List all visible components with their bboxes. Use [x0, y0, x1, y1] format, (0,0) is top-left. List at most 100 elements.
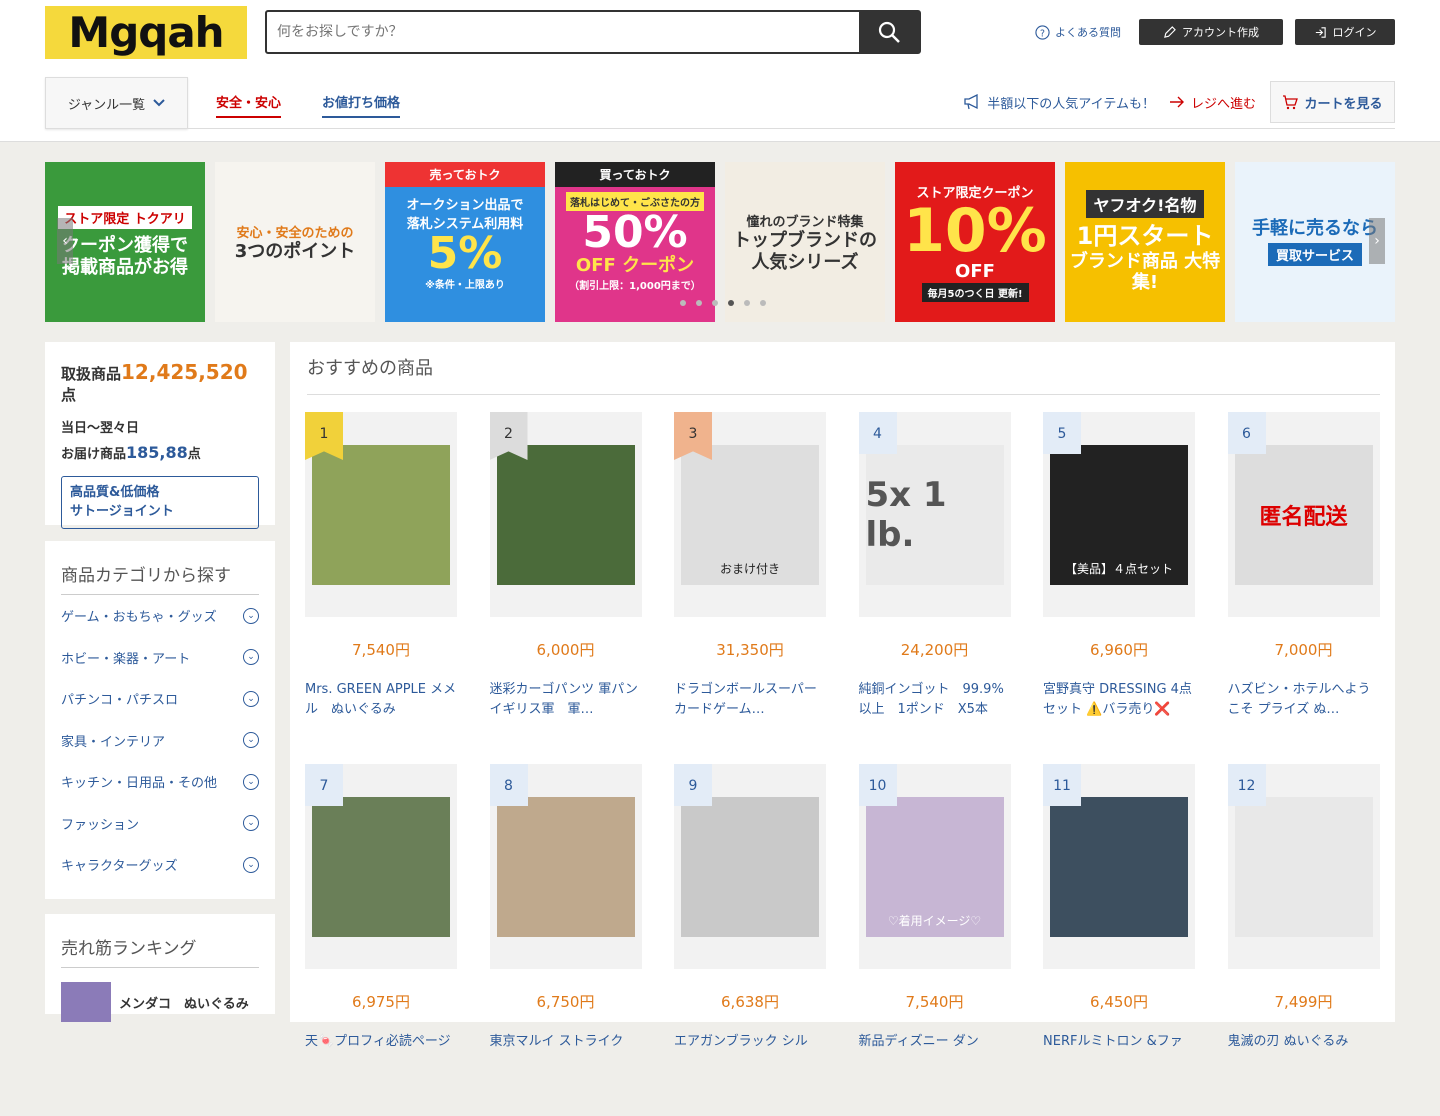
product-name-link[interactable]: Mrs. GREEN APPLE メメル ぬいぐるみ	[305, 680, 457, 722]
banner-sell[interactable]: 売っておトク オークション出品で 落札システム利用料 5% ※条件・上限あり	[385, 162, 545, 322]
carousel-dot[interactable]	[712, 300, 718, 306]
sato-joint-line1: 高品質&低価格	[70, 484, 160, 500]
product-image-frame[interactable]: 1	[305, 412, 457, 617]
product-name-link[interactable]: 迷彩カーゴパンツ 軍パン イギリス軍 軍…	[490, 680, 642, 722]
login-label: ログイン	[1332, 26, 1377, 39]
product-card[interactable]: 12 7,499円 鬼滅の刃 ぬいぐるみ	[1227, 764, 1380, 1116]
banner-coupon[interactable]: ストア限定クーポン 10% OFF 毎月5のつく日 更新!	[895, 162, 1055, 322]
product-card[interactable]: 11 6,450円 NERFルミトロン &ファ	[1043, 764, 1195, 1116]
product-image-frame[interactable]: 11	[1043, 764, 1195, 969]
category-card: 商品カテゴリから探す ゲーム・おもちゃ・グッズ ⌄ ホビー・楽器・アート ⌄ パチンコ・…	[45, 541, 275, 899]
product-image-caption: おまけ付き	[719, 561, 780, 576]
banner-line2: OFF クーポン	[575, 255, 695, 277]
banner-big: 10%	[903, 196, 1047, 267]
product-image-frame[interactable]: 4 5x 1 lb.	[858, 412, 1011, 617]
product-name-link[interactable]: ドラゴンボールスーパーカードゲーム…	[674, 680, 826, 722]
genre-list-button[interactable]: ジャンル一覧	[45, 77, 188, 129]
product-name-link[interactable]: NERFルミトロン &ファ	[1043, 1032, 1195, 1074]
search-input[interactable]	[267, 12, 859, 52]
banner-line1: 安心・安全のための	[236, 225, 354, 241]
stats-delivery: 当日〜翌々日 お届け商品185,88点	[61, 419, 259, 466]
carousel-dot[interactable]	[744, 300, 750, 306]
rank-badge: 12	[1227, 764, 1266, 806]
product-image-frame[interactable]: 6 匿名配送	[1227, 412, 1380, 617]
chevron-left-icon: ‹	[62, 233, 68, 249]
product-price: 31,350円	[716, 641, 784, 659]
category-item[interactable]: パチンコ・パチスロ ⌄	[61, 678, 259, 720]
search-bar	[265, 10, 921, 54]
category-item[interactable]: キッチン・日用品・その他 ⌄	[61, 761, 259, 803]
chevron-down-circle-icon: ⌄	[243, 732, 259, 749]
arrow-right-icon	[1169, 96, 1184, 108]
category-item[interactable]: ファッション ⌄	[61, 803, 259, 845]
product-image-frame[interactable]: 10 ♡着用イメージ♡	[858, 764, 1011, 969]
product-name-link[interactable]: 宮野真守 DRESSING 4点セット ⚠️バラ売り❌	[1043, 680, 1195, 722]
product-image: 5x 1 lb.	[865, 444, 1004, 585]
product-image-frame[interactable]: 5 【美品】４点セット	[1043, 412, 1195, 617]
header-actions: 半額以下の人気アイテムも！ レジへ進む カートを見る	[963, 81, 1395, 123]
product-card[interactable]: 10 ♡着用イメージ♡ 7,540円 新品ディズニー ダン	[858, 764, 1011, 1116]
category-item[interactable]: 家具・インテリア ⌄	[61, 720, 259, 762]
chevron-down-circle-icon: ⌄	[243, 649, 259, 666]
product-card[interactable]: 9 6,638円 エアガンブラック シル	[674, 764, 826, 1116]
carousel-dot[interactable]	[680, 300, 686, 306]
carousel-dot-active[interactable]	[728, 300, 734, 306]
sato-joint-button[interactable]: 高品質&低価格 サトージョイント	[61, 475, 259, 529]
carousel-dots	[680, 300, 766, 306]
product-card[interactable]: 1 7,540円 Mrs. GREEN APPLE メメル ぬいぐるみ	[305, 412, 457, 764]
tab-safety[interactable]: 安全・安心	[216, 92, 282, 118]
product-card[interactable]: 3 おまけ付き 31,350円ドラゴンボールスーパーカードゲーム…	[674, 412, 826, 764]
promo-link[interactable]: 半額以下の人気アイテムも！	[963, 93, 1155, 112]
product-card[interactable]: 6 匿名配送 7,000円 ハズビン・ホテルへようこそ プライズ ぬ…	[1227, 412, 1380, 764]
carousel-dot[interactable]	[760, 300, 766, 306]
stats-total-count: 12,425,520	[121, 360, 248, 384]
search-button[interactable]	[859, 12, 919, 52]
create-account-button[interactable]: アカウント作成	[1139, 19, 1283, 45]
product-image-frame[interactable]: 7	[305, 764, 457, 969]
banner-buy[interactable]: 買っておトク 落札はじめて・ごぶさたの方 50% OFF クーポン （割引上限：…	[555, 162, 715, 322]
product-card[interactable]: 7 6,975円 天🍬プロフィ必読ページ	[305, 764, 457, 1116]
cart-icon	[1283, 94, 1299, 109]
product-image-frame[interactable]: 8	[489, 764, 642, 969]
product-card[interactable]: 8 6,750円 東京マルイ ストライク	[489, 764, 642, 1116]
product-name-link[interactable]: 鬼滅の刃 ぬいぐるみ	[1228, 1032, 1380, 1074]
banner-small: 毎月5のつく日 更新!	[921, 282, 1029, 302]
product-name-link[interactable]: ハズビン・ホテルへようこそ プライズ ぬ…	[1228, 680, 1380, 722]
product-image: おまけ付き	[681, 444, 819, 585]
site-logo[interactable]: Mgqah	[45, 6, 247, 59]
carousel-next-button[interactable]: ›	[1369, 218, 1385, 264]
cart-button[interactable]: カートを見る	[1270, 81, 1395, 123]
banner-brand[interactable]: 憧れのブランド特集 トップブランドの 人気シリーズ	[725, 162, 885, 322]
pencil-icon	[1164, 25, 1176, 38]
product-name-link[interactable]: 天🍬プロフィ必読ページ	[305, 1032, 457, 1074]
product-card[interactable]: 5 【美品】４点セット 6,960円 宮野真守 DRESSING 4点セット ⚠️バラ…	[1043, 412, 1195, 764]
product-image-frame[interactable]: 9	[674, 764, 826, 969]
product-price: 6,450円	[1090, 993, 1148, 1011]
carousel-prev-button[interactable]: ‹	[57, 218, 73, 264]
ranking-item[interactable]: メンダコ ぬいぐるみ	[61, 982, 259, 1022]
site-header: Mgqah ? よくある質問 アカウント作成 ログイン ジャンル一覧 安全・安心…	[0, 0, 1440, 142]
ranking-card: 売れ筋ランキング メンダコ ぬいぐるみ	[45, 914, 275, 1022]
banner-head: 買っておトク	[555, 162, 715, 187]
product-image-frame[interactable]: 3 おまけ付き	[674, 412, 826, 617]
product-image-frame[interactable]: 12	[1227, 764, 1380, 969]
product-card[interactable]: 2 6,000円 迷彩カーゴパンツ 軍パン イギリス軍 軍…	[489, 412, 642, 764]
login-button[interactable]: ログイン	[1295, 19, 1395, 45]
banner-1yen[interactable]: ヤフオク!名物 1円スタート ブランド商品 大特集!	[1065, 162, 1225, 322]
product-name-link[interactable]: 新品ディズニー ダン	[859, 1032, 1011, 1074]
banner-safety[interactable]: 安心・安全のための 3つのポイント	[215, 162, 375, 322]
product-name-link[interactable]: 東京マルイ ストライク	[490, 1032, 642, 1074]
category-item[interactable]: キャラクターグッズ ⌄	[61, 844, 259, 886]
checkout-link[interactable]: レジへ進む	[1169, 93, 1256, 112]
product-card[interactable]: 4 5x 1 lb. 24,200円 純銅インゴット 99.9%以上 1ポンド X5本	[858, 412, 1011, 764]
product-name-link[interactable]: 純銅インゴット 99.9%以上 1ポンド X5本	[859, 680, 1011, 722]
tab-deals[interactable]: お値打ち価格	[322, 92, 401, 118]
category-item[interactable]: ゲーム・おもちゃ・グッズ ⌄	[61, 595, 259, 637]
category-item[interactable]: ホビー・楽器・アート ⌄	[61, 637, 259, 679]
banner-line2: ブランド商品 大特集!	[1069, 250, 1221, 294]
product-image-frame[interactable]: 2	[489, 412, 642, 617]
carousel-dot[interactable]	[696, 300, 702, 306]
stats-total-unit: 点	[61, 386, 77, 404]
product-name-link[interactable]: エアガンブラック シル	[674, 1032, 826, 1074]
faq-link[interactable]: ? よくある質問	[1035, 24, 1121, 40]
